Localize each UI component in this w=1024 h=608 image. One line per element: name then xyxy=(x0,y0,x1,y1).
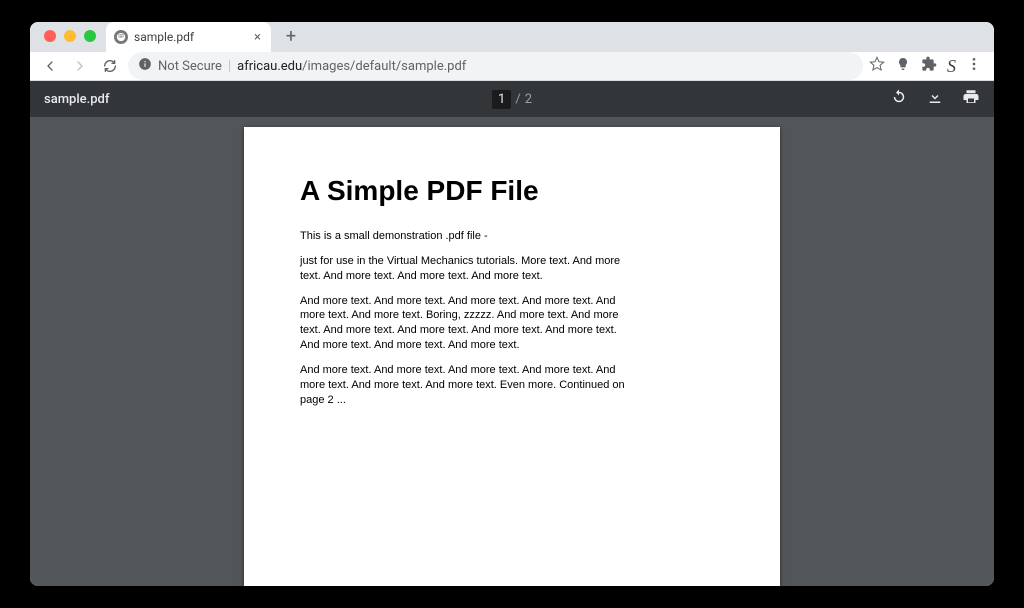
tab-close-button[interactable]: × xyxy=(254,30,261,45)
globe-icon xyxy=(114,30,128,44)
download-button[interactable] xyxy=(926,88,944,110)
reload-button[interactable] xyxy=(98,54,122,78)
pdf-viewer: sample.pdf 1 / 2 A Si xyxy=(30,81,994,586)
info-icon xyxy=(138,57,152,75)
new-tab-button[interactable]: + xyxy=(277,22,305,50)
back-button[interactable] xyxy=(38,54,62,78)
page-sep: / xyxy=(515,92,520,107)
browser-menu-icon[interactable] xyxy=(966,56,982,76)
extension-bulb-icon[interactable] xyxy=(895,56,911,76)
window-minimize[interactable] xyxy=(64,30,76,42)
window-controls xyxy=(38,30,106,52)
total-pages: 2 xyxy=(525,92,532,107)
page-paragraph: And more text. And more text. And more t… xyxy=(300,363,630,408)
page-title: A Simple PDF File xyxy=(300,175,724,207)
tab-title: sample.pdf xyxy=(134,30,248,44)
pdf-page: A Simple PDF File This is a small demons… xyxy=(244,127,780,586)
browser-window: sample.pdf × + Not Secure | africau.edu/… xyxy=(30,22,994,586)
toolbar-right: S xyxy=(869,56,986,77)
security-label: Not Secure xyxy=(158,59,222,74)
address-bar[interactable]: Not Secure | africau.edu/images/default/… xyxy=(128,52,863,80)
divider: | xyxy=(228,59,231,74)
pdf-toolbar: sample.pdf 1 / 2 xyxy=(30,81,994,117)
pdf-filename: sample.pdf xyxy=(44,92,109,107)
pdf-actions xyxy=(890,88,980,110)
forward-button[interactable] xyxy=(68,54,92,78)
browser-toolbar: Not Secure | africau.edu/images/default/… xyxy=(30,52,994,81)
page-paragraph: just for use in the Virtual Mechanics tu… xyxy=(300,254,630,284)
page-paragraph: And more text. And more text. And more t… xyxy=(300,294,630,353)
print-button[interactable] xyxy=(962,88,980,110)
extensions-puzzle-icon[interactable] xyxy=(921,56,937,76)
page-paragraph: This is a small demonstration .pdf file … xyxy=(300,229,630,244)
tab-strip: sample.pdf × + xyxy=(30,22,994,52)
window-maximize[interactable] xyxy=(84,30,96,42)
page-indicator: 1 / 2 xyxy=(492,90,532,109)
rotate-button[interactable] xyxy=(890,88,908,110)
url-text: africau.edu/images/default/sample.pdf xyxy=(237,59,466,74)
bookmark-star-icon[interactable] xyxy=(869,56,885,76)
pdf-canvas-area[interactable]: A Simple PDF File This is a small demons… xyxy=(30,117,994,586)
browser-tab[interactable]: sample.pdf × xyxy=(106,22,271,52)
window-close[interactable] xyxy=(44,30,56,42)
current-page-input[interactable]: 1 xyxy=(492,90,511,109)
extension-s-icon[interactable]: S xyxy=(947,56,956,77)
